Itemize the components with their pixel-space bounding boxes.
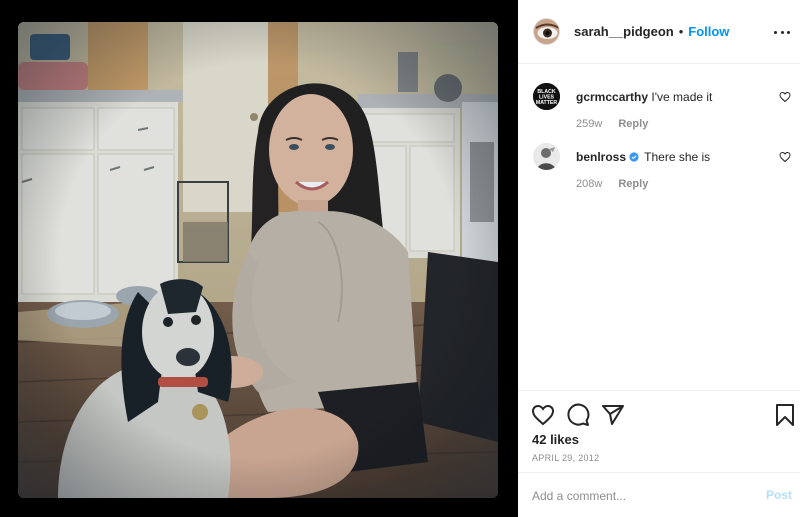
commenter-avatar[interactable]: BLACK LIVES MATTER — [533, 83, 560, 110]
commenter-avatar-image: BLACK LIVES MATTER — [533, 83, 560, 110]
post-date[interactable]: APRIL 29, 2012 — [532, 453, 599, 463]
bookmark-icon[interactable] — [773, 403, 797, 427]
verified-badge-icon — [629, 152, 639, 162]
comment-line: benlross There she is — [576, 149, 776, 165]
comment-body: gcrmccarthy I've made it 259w Reply — [576, 89, 776, 130]
post-header: sarah__pidgeon • Follow — [518, 0, 800, 64]
comment-text: There she is — [644, 150, 711, 164]
author-username[interactable]: sarah__pidgeon — [574, 24, 674, 39]
header-separator: • — [678, 24, 684, 39]
heart-icon[interactable] — [531, 403, 555, 427]
comment-timestamp[interactable]: 208w — [576, 178, 602, 190]
comment-body: benlross There she is 208w Reply — [576, 149, 776, 190]
comment-timestamp[interactable]: 259w — [576, 118, 602, 130]
comment-text: I've made it — [651, 90, 713, 104]
author-avatar-image — [534, 19, 559, 44]
comment-like-icon[interactable] — [779, 91, 791, 103]
comments-list: BLACK LIVES MATTER gcrmccarthy I've made… — [518, 64, 800, 390]
reply-button[interactable]: Reply — [618, 118, 648, 130]
post-sidebar: sarah__pidgeon • Follow BLACK LIVES MATT… — [518, 0, 800, 517]
comment-like-icon[interactable] — [779, 151, 791, 163]
author-avatar[interactable] — [533, 18, 560, 45]
post-actions: 42 likes APRIL 29, 2012 — [518, 390, 800, 472]
svg-text:MATTER: MATTER — [536, 100, 557, 106]
comment-username[interactable]: gcrmccarthy — [576, 90, 648, 104]
post-photo[interactable] — [18, 22, 498, 498]
reply-button[interactable]: Reply — [618, 178, 648, 190]
share-icon[interactable] — [601, 403, 625, 427]
likes-count[interactable]: 42 likes — [532, 432, 579, 447]
add-comment-bar: Post — [518, 472, 800, 517]
comment-meta: 208w Reply — [576, 178, 776, 190]
post-photo-image — [18, 22, 498, 498]
comment-username[interactable]: benlross — [576, 150, 626, 164]
post-comment-button[interactable]: Post — [766, 488, 792, 502]
more-options-icon[interactable] — [774, 26, 790, 38]
follow-button[interactable]: Follow — [688, 24, 729, 39]
comment-meta: 259w Reply — [576, 118, 776, 130]
photo-pane — [0, 0, 518, 517]
comment-icon[interactable] — [566, 403, 590, 427]
commenter-avatar-image — [533, 143, 560, 170]
comment-line: gcrmccarthy I've made it — [576, 89, 776, 105]
commenter-avatar[interactable] — [533, 143, 560, 170]
comment-input[interactable] — [532, 486, 752, 506]
